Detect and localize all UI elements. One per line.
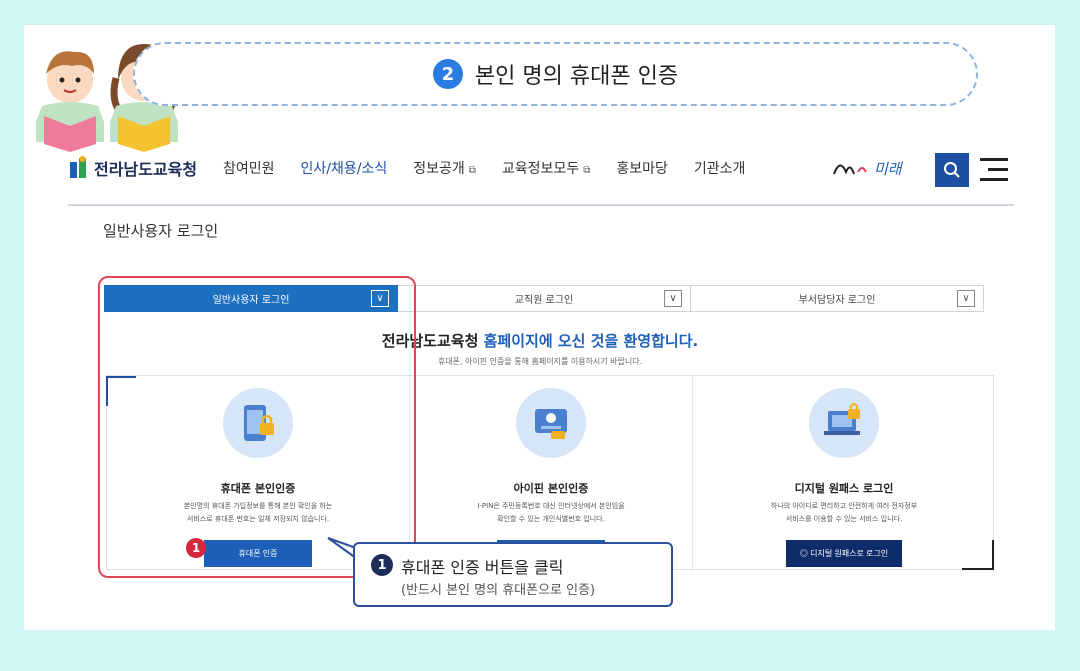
site-header: 전라남도교육청 참여민원 인사/채용/소식 정보공개 ⧉ 교육정보모두 ⧉ 홍보마당… [68, 148, 1014, 206]
nav-item-edu-info[interactable]: 교육정보모두 ⧉ [502, 158, 590, 178]
hamburger-menu-icon[interactable] [980, 158, 1008, 182]
external-link-icon: ⧉ [468, 165, 476, 176]
brand-text: 미래 [874, 160, 904, 178]
main-nav: 참여민원 인사/채용/소식 정보공개 ⧉ 교육정보모두 ⧉ 홍보마당 기관소개 [223, 158, 745, 178]
callout-title: 휴대폰 인증 버튼을 클릭 [401, 558, 564, 577]
welcome-highlight: 홈페이지에 오신 것을 환영합니다. [483, 332, 699, 350]
page-title: 일반사용자 로그인 [103, 222, 219, 240]
method-onepass-desc-line2: 서비스를 이용할 수 있는 서비스 입니다. [785, 515, 903, 523]
method-ipin-desc-line2: 확인할 수 있는 개인식별번호 입니다. [497, 515, 605, 523]
nav-item-participation[interactable]: 참여민원 [223, 158, 275, 178]
logo-emblem-icon [70, 156, 86, 178]
callout-subtitle: (반드시 본인 명의 휴대폰으로 인증) [401, 583, 596, 598]
nav-item-pr[interactable]: 홍보마당 [616, 158, 668, 178]
method-ipin-desc: I-PIN은 주민등록번호 대신 인터넷상에서 본인임을확인할 수 있는 개인식… [410, 500, 692, 526]
method-ipin-title: 아이핀 본인인증 [513, 482, 589, 495]
chevron-down-icon: ∨ [957, 290, 975, 307]
tab-staff[interactable]: 교직원 로그인 ∨ [398, 285, 691, 312]
nav-item-about[interactable]: 기관소개 [694, 158, 746, 178]
nav-item-edu-info-label: 교육정보모두 [501, 161, 580, 177]
method-ipin-desc-line1: I-PIN은 주민등록번호 대신 인터넷상에서 본인임을 [477, 502, 625, 510]
onepass-login-button[interactable]: ◎ 디지털 원패스로 로그인 [785, 540, 903, 567]
corner-bracket-bottom-right [962, 540, 994, 570]
tab-staff-label: 교직원 로그인 [514, 295, 574, 306]
onepass-login-label: 디지털 원패스로 로그인 [810, 549, 889, 558]
logo-text: 전라남도교육청 [94, 160, 198, 179]
chevron-down-icon: ∨ [664, 290, 682, 307]
ipin-card-icon [516, 388, 586, 458]
step-title: 본인 명의 휴대폰 인증 [474, 64, 679, 89]
nav-item-disclosure[interactable]: 정보공개 ⧉ [413, 158, 476, 178]
method-onepass-title: 디지털 원패스 로그인 [794, 482, 894, 495]
search-icon [944, 162, 960, 178]
nav-item-personnel[interactable]: 인사/채용/소식 [301, 158, 388, 178]
tab-department-label: 부서담당자 로그인 [798, 295, 876, 306]
onepass-fingerprint-icon: ◎ [799, 549, 811, 558]
instruction-callout: 1 휴대폰 인증 버튼을 클릭 (반드시 본인 명의 휴대폰으로 인증) [353, 542, 673, 607]
external-link-icon: ⧉ [583, 165, 591, 176]
site-logo[interactable]: 전라남도교육청 [70, 156, 197, 180]
method-onepass-desc: 하나의 아이디로 편리하고 안전하게 여러 전자정부서비스를 이용할 수 있는 … [693, 500, 995, 526]
digital-onepass-icon [809, 388, 879, 458]
step-banner: 2 본인 명의 휴대폰 인증 [133, 42, 978, 106]
tab-department[interactable]: 부서담당자 로그인 ∨ [691, 285, 984, 312]
step-marker-badge: 1 [186, 538, 206, 558]
phone-auth-highlight-box [98, 276, 416, 578]
callout-number-badge: 1 [371, 554, 393, 576]
search-button[interactable] [935, 153, 969, 187]
nav-item-disclosure-label: 정보공개 [413, 161, 465, 177]
brand-slogan-logo[interactable]: 미래 [830, 154, 914, 184]
method-onepass-desc-line1: 하나의 아이디로 편리하고 안전하게 여러 전자정부 [770, 502, 918, 510]
step-number-badge: 2 [432, 59, 463, 89]
method-onepass: 디지털 원패스 로그인 하나의 아이디로 편리하고 안전하게 여러 전자정부서비… [692, 376, 995, 571]
